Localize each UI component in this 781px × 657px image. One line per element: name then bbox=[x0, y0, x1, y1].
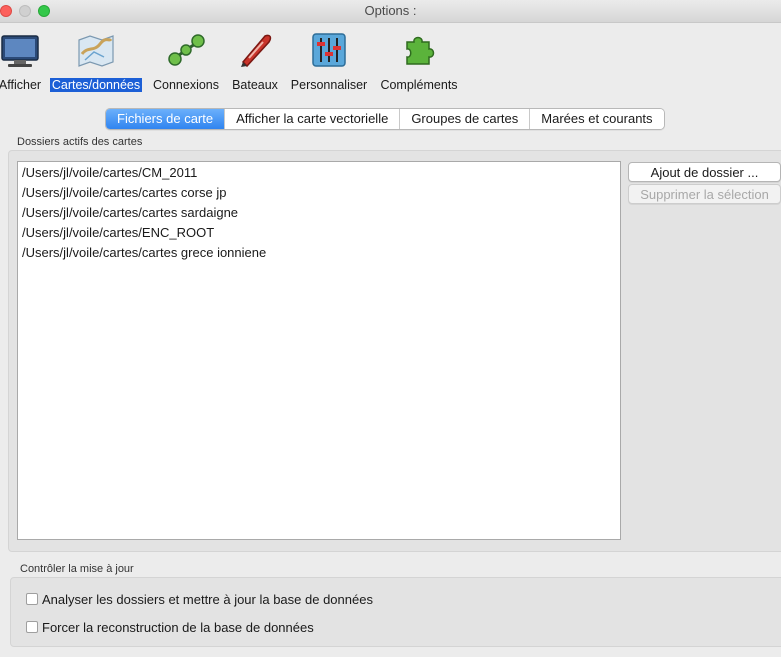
window-title: Options : bbox=[364, 3, 417, 18]
connections-icon bbox=[168, 34, 205, 66]
update-group-box bbox=[10, 577, 781, 647]
toolbar-label: Compléments bbox=[380, 78, 458, 92]
scan-folders-row[interactable]: Analyser les dossiers et mettre à jour l… bbox=[26, 590, 373, 608]
tab-groupes-de-cartes[interactable]: Groupes de cartes bbox=[399, 109, 530, 129]
tab-marees-et-courants[interactable]: Marées et courants bbox=[529, 109, 664, 129]
boat-icon bbox=[241, 34, 272, 68]
remove-selection-button[interactable]: Supprimer la sélection bbox=[628, 184, 781, 204]
list-item[interactable]: /Users/jl/voile/cartes/ENC_ROOT bbox=[18, 223, 620, 243]
force-rebuild-label: Forcer la reconstruction de la base de d… bbox=[42, 619, 314, 635]
update-group-title: Contrôler la mise à jour bbox=[20, 563, 134, 575]
tab-bar: Fichiers de carte Afficher la carte vect… bbox=[105, 108, 665, 130]
folders-group-title: Dossiers actifs des cartes bbox=[17, 136, 143, 148]
preferences-toolbar: Afficher Cartes/données Connexions Batea… bbox=[0, 22, 781, 96]
toolbar-item-connexions[interactable]: Connexions bbox=[148, 22, 224, 96]
map-chart-icon bbox=[78, 35, 114, 67]
sliders-icon bbox=[312, 33, 346, 67]
list-item[interactable]: /Users/jl/voile/cartes/cartes sardaigne bbox=[18, 203, 620, 223]
title-bar: Options : bbox=[0, 0, 781, 23]
monitor-icon bbox=[1, 35, 39, 67]
list-item[interactable]: /Users/jl/voile/cartes/cartes corse jp bbox=[18, 183, 620, 203]
tab-afficher-carte-vectorielle[interactable]: Afficher la carte vectorielle bbox=[224, 109, 400, 129]
list-item[interactable]: /Users/jl/voile/cartes/CM_2011 bbox=[18, 163, 620, 183]
toolbar-item-complements[interactable]: Compléments bbox=[374, 22, 464, 96]
chart-folders-list[interactable]: /Users/jl/voile/cartes/CM_2011 /Users/jl… bbox=[17, 161, 621, 540]
toolbar-label: Bateaux bbox=[232, 78, 278, 92]
toolbar-label: Personnaliser bbox=[290, 78, 368, 92]
toolbar-label: Afficher bbox=[0, 78, 42, 92]
puzzle-icon bbox=[406, 36, 435, 65]
force-rebuild-checkbox[interactable] bbox=[26, 621, 38, 633]
toolbar-item-personnaliser[interactable]: Personnaliser bbox=[286, 22, 372, 96]
list-item[interactable]: /Users/jl/voile/cartes/cartes grece ionn… bbox=[18, 243, 620, 263]
toolbar-item-bateaux[interactable]: Bateaux bbox=[224, 22, 286, 96]
toolbar-label: Connexions bbox=[152, 78, 219, 92]
toolbar-label: Cartes/données bbox=[49, 78, 143, 92]
add-folder-button[interactable]: Ajout de dossier ... bbox=[628, 162, 781, 182]
toolbar-item-cartes-donnees[interactable]: Cartes/données bbox=[45, 22, 147, 96]
tab-fichiers-de-carte[interactable]: Fichiers de carte bbox=[106, 109, 225, 129]
force-rebuild-row[interactable]: Forcer la reconstruction de la base de d… bbox=[26, 618, 314, 636]
scan-folders-label: Analyser les dossiers et mettre à jour l… bbox=[42, 591, 373, 607]
scan-folders-checkbox[interactable] bbox=[26, 593, 38, 605]
